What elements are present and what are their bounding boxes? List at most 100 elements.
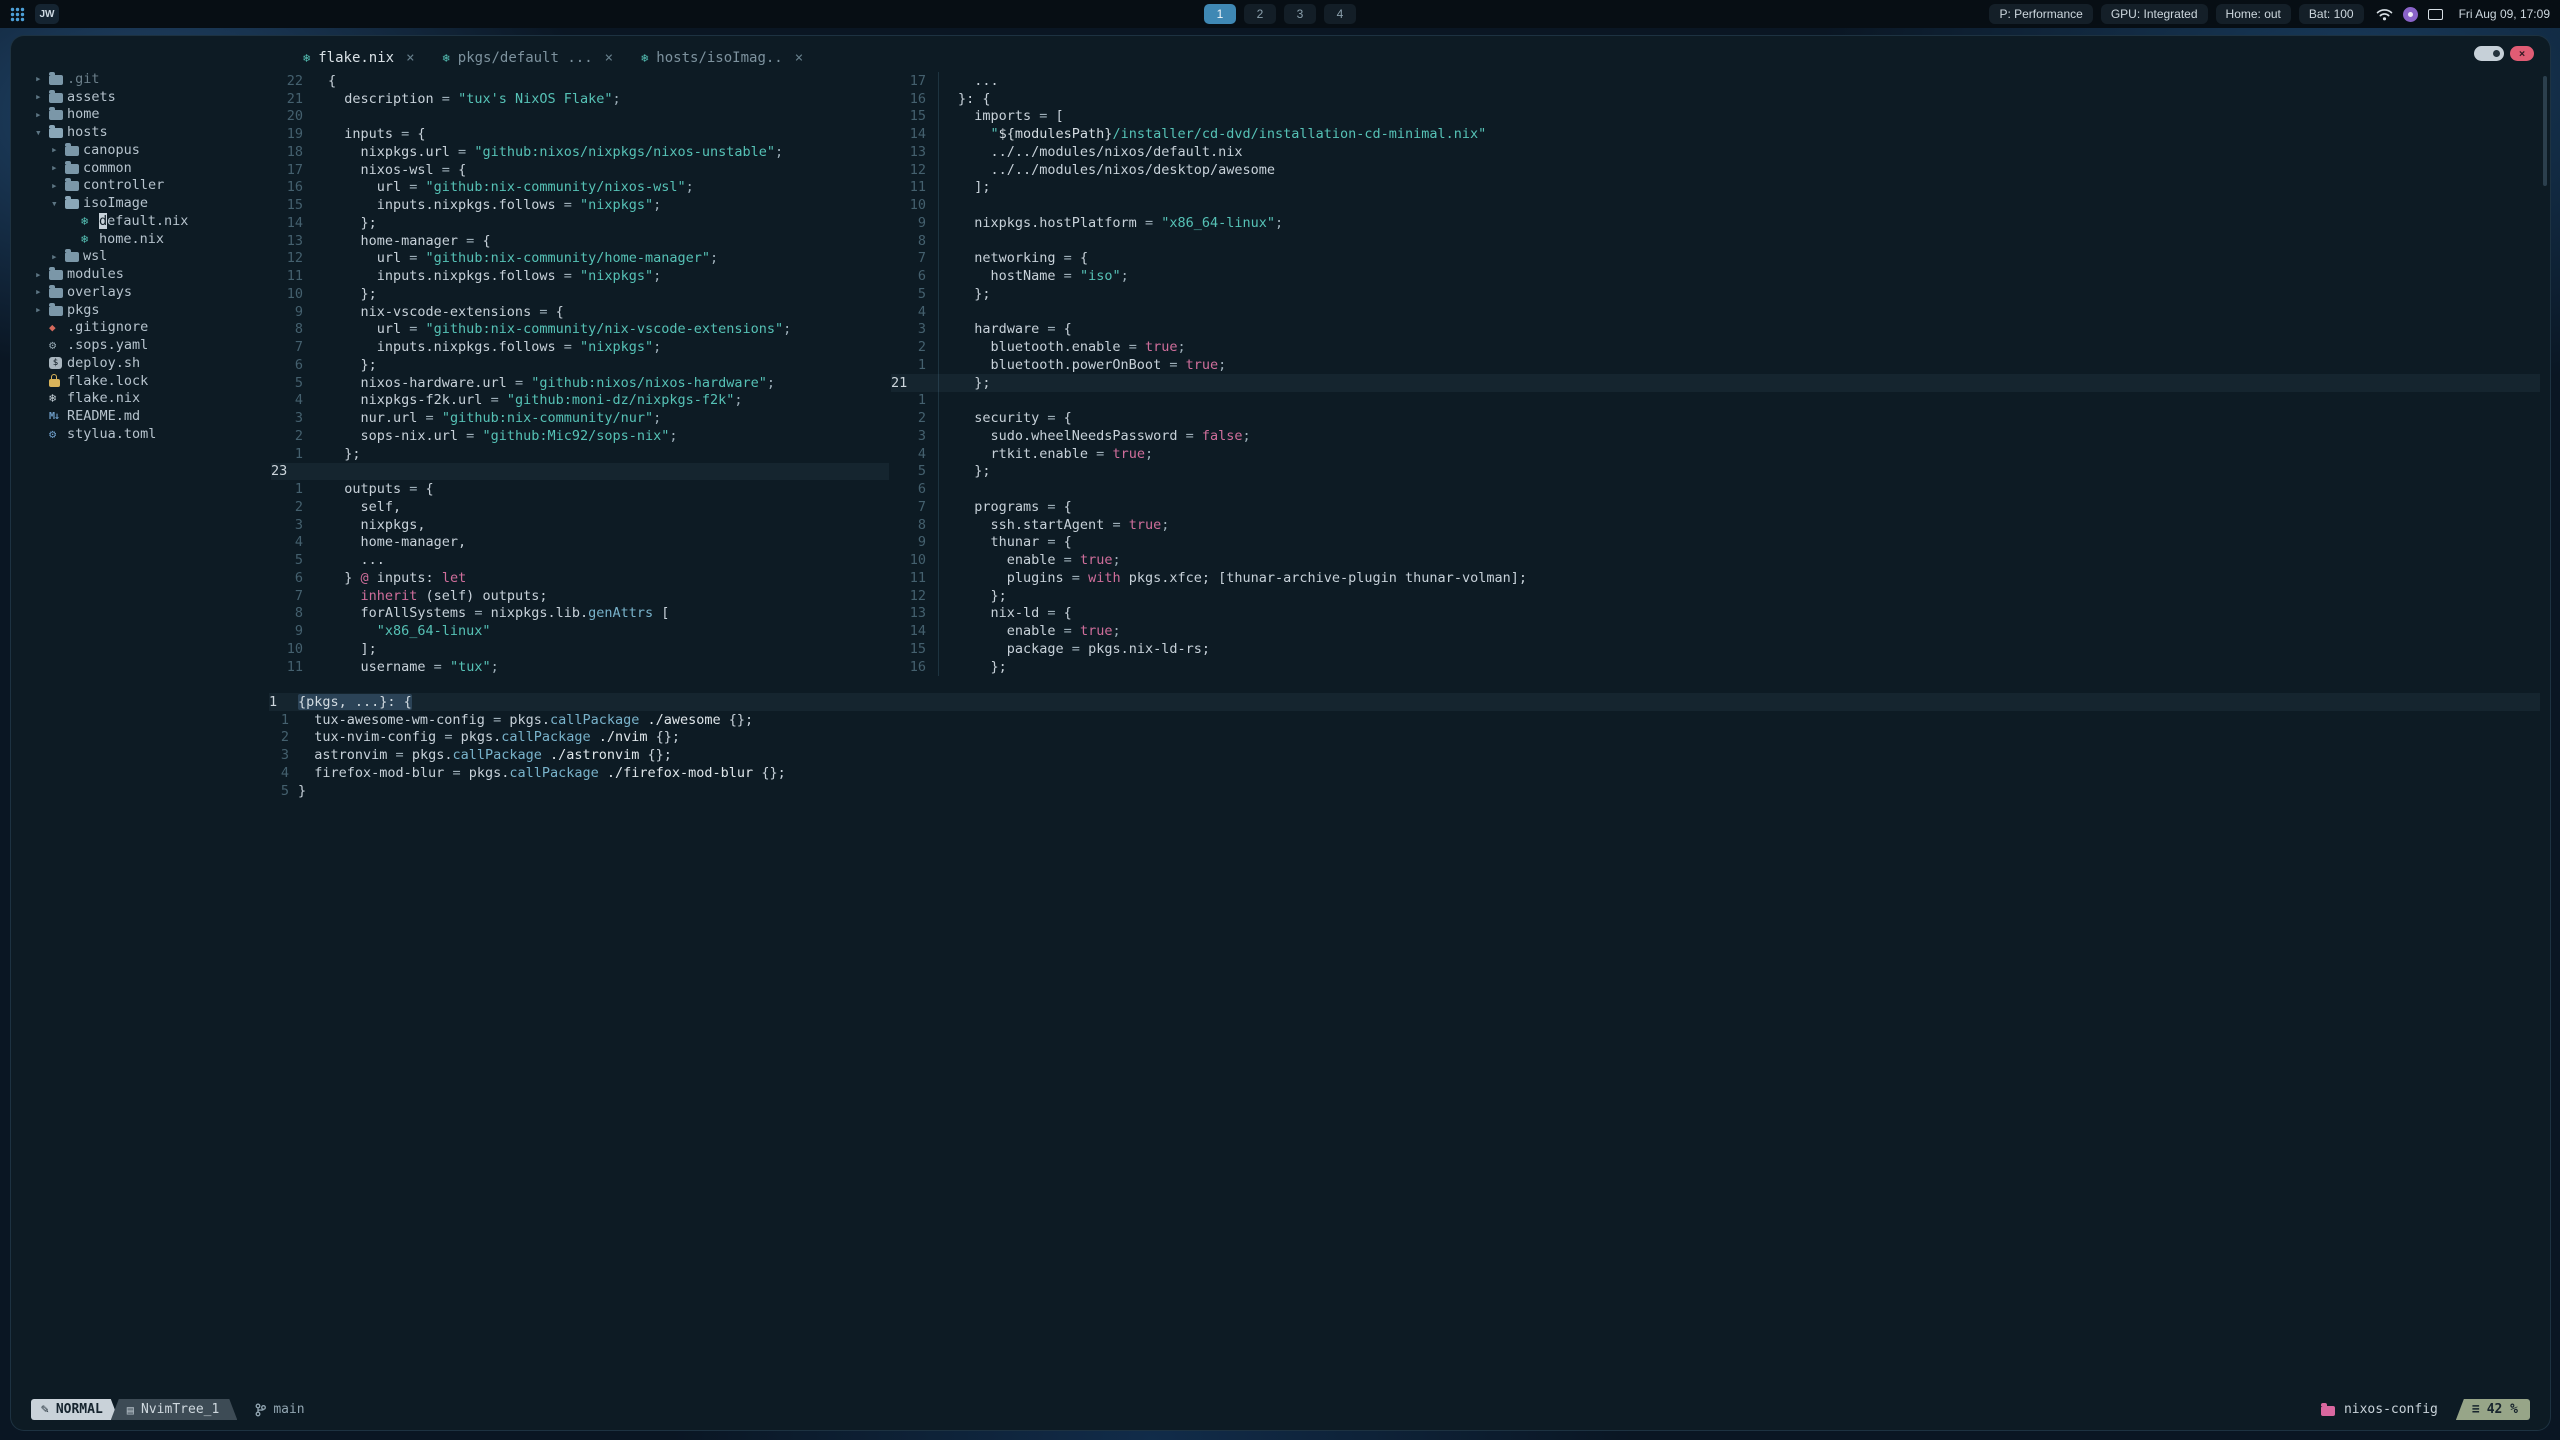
wm-logo[interactable]: JW — [35, 4, 59, 24]
code-line[interactable]: 8 url = "github:nix-community/nix-vscode… — [271, 321, 889, 339]
editor-tab[interactable]: ❄ pkgs/default ... × — [443, 50, 614, 66]
tree-item[interactable]: M↓ README.md — [31, 407, 279, 425]
code-line[interactable]: 5 nixos-hardware.url = "github:nixos/nix… — [271, 374, 889, 392]
code-line[interactable]: 7 programs = { — [891, 498, 2540, 516]
tree-item[interactable]: ◆ .gitignore — [31, 319, 279, 337]
code-line[interactable]: 9 thunar = { — [891, 534, 2540, 552]
code-line[interactable]: 2 self, — [271, 498, 889, 516]
code-line[interactable]: 10 — [891, 196, 2540, 214]
pin-button[interactable] — [2474, 46, 2504, 61]
code-line[interactable]: 12 }; — [891, 587, 2540, 605]
code-line[interactable]: 3 nixpkgs, — [271, 516, 889, 534]
workspace-1[interactable]: 1 — [1204, 4, 1236, 24]
code-line[interactable]: 8 forAllSystems = nixpkgs.lib.genAttrs [ — [271, 605, 889, 623]
tree-item[interactable]: $ deploy.sh — [31, 354, 279, 372]
editor-tab[interactable]: ❄ hosts/isoImag.. × — [641, 50, 803, 66]
code-line[interactable]: 3 hardware = { — [891, 321, 2540, 339]
code-line[interactable]: 15 inputs.nixpkgs.follows = "nixpkgs"; — [271, 196, 889, 214]
tree-item[interactable]: ⚙ stylua.toml — [31, 425, 279, 443]
tree-item[interactable]: ▾ isoImage — [31, 194, 279, 212]
close-button[interactable]: × — [2510, 46, 2534, 61]
tree-item[interactable]: ❄ home.nix — [31, 230, 279, 248]
code-line[interactable]: 12 ../../modules/nixos/desktop/awesome — [891, 161, 2540, 179]
code-line[interactable]: 7 inputs.nixpkgs.follows = "nixpkgs"; — [271, 338, 889, 356]
code-line[interactable]: 1 bluetooth.powerOnBoot = true; — [891, 356, 2540, 374]
code-line[interactable]: 9 "x86_64-linux" — [271, 622, 889, 640]
code-line[interactable]: 19 inputs = { — [271, 125, 889, 143]
tab-close-icon[interactable]: × — [406, 50, 414, 66]
tree-item[interactable]: ▾ hosts — [31, 123, 279, 141]
code-line[interactable]: 14 enable = true; — [891, 622, 2540, 640]
code-line[interactable]: 13 ../../modules/nixos/default.nix — [891, 143, 2540, 161]
tree-item[interactable]: ▸ controller — [31, 177, 279, 195]
tree-item[interactable]: ❄ flake.nix — [31, 390, 279, 408]
tree-item[interactable]: ▸ overlays — [31, 283, 279, 301]
code-line[interactable]: 23 — [271, 462, 889, 481]
code-line[interactable]: 2 security = { — [891, 409, 2540, 427]
code-line[interactable]: 22 { — [271, 72, 889, 90]
tree-item[interactable]: ▸ wsl — [31, 248, 279, 266]
tree-item[interactable]: ▸ modules — [31, 265, 279, 283]
code-line[interactable]: 15 imports = [ — [891, 108, 2540, 126]
editor-tab[interactable]: ❄ flake.nix × — [303, 50, 415, 66]
code-line[interactable]: 13 nix-ld = { — [891, 605, 2540, 623]
audio-icon[interactable] — [2402, 6, 2418, 22]
scrollbar[interactable] — [2543, 76, 2547, 186]
code-line[interactable]: 3 astronvim = pkgs.callPackage ./astronv… — [269, 746, 2540, 764]
code-line[interactable]: 1 — [891, 392, 2540, 410]
code-line[interactable]: 4 home-manager, — [271, 534, 889, 552]
code-line[interactable]: 6 }; — [271, 356, 889, 374]
code-line[interactable]: 9 nix-vscode-extensions = { — [271, 303, 889, 321]
code-line[interactable]: 5} — [269, 782, 2540, 800]
code-line[interactable]: 14 }; — [271, 214, 889, 232]
code-line[interactable]: 1 outputs = { — [271, 480, 889, 498]
code-line[interactable]: 6 hostName = "iso"; — [891, 267, 2540, 285]
tree-item[interactable]: ⚙ .sops.yaml — [31, 336, 279, 354]
code-line[interactable]: 10 enable = true; — [891, 551, 2540, 569]
tree-item[interactable]: ▸ home — [31, 106, 279, 124]
tab-close-icon[interactable]: × — [795, 50, 803, 66]
code-line[interactable]: 8 — [891, 232, 2540, 250]
code-line[interactable]: 13 home-manager = { — [271, 232, 889, 250]
code-line[interactable]: 2 sops-nix.url = "github:Mic92/sops-nix"… — [271, 427, 889, 445]
code-line[interactable]: 5 }; — [891, 463, 2540, 481]
wifi-icon[interactable] — [2376, 8, 2393, 21]
code-line[interactable]: 1 }; — [271, 445, 889, 463]
code-pane-pkgs[interactable]: 1 {pkgs, ...}: {1 tux-awesome-wm-config =… — [269, 693, 2540, 800]
code-line[interactable]: 3 nur.url = "github:nix-community/nur"; — [271, 409, 889, 427]
code-line[interactable]: 1 tux-awesome-wm-config = pkgs.callPacka… — [269, 711, 2540, 729]
code-line[interactable]: 18 nixpkgs.url = "github:nixos/nixpkgs/n… — [271, 143, 889, 161]
display-icon[interactable] — [2427, 8, 2443, 20]
tree-item[interactable]: ▸ common — [31, 159, 279, 177]
code-line[interactable]: 20 — [271, 108, 889, 126]
code-line[interactable]: 2 tux-nvim-config = pkgs.callPackage ./n… — [269, 729, 2540, 747]
code-line[interactable]: 11 username = "tux"; — [271, 658, 889, 676]
code-line[interactable]: 4 firefox-mod-blur = pkgs.callPackage ./… — [269, 764, 2540, 782]
code-line[interactable]: 21 }; — [891, 373, 2540, 392]
code-line[interactable]: 5 }; — [891, 285, 2540, 303]
apps-grid-icon[interactable] — [10, 7, 25, 22]
code-pane-iso[interactable]: 17 ... 16}: {15 imports = [14 "${modulesP… — [891, 72, 2540, 676]
workspace-2[interactable]: 2 — [1244, 4, 1276, 24]
code-line[interactable]: 6 — [891, 480, 2540, 498]
code-line[interactable]: 10 ]; — [271, 640, 889, 658]
tree-item[interactable]: flake.lock — [31, 372, 279, 390]
workspace-4[interactable]: 4 — [1324, 4, 1356, 24]
workspace-3[interactable]: 3 — [1284, 4, 1316, 24]
code-pane-flake[interactable]: 22{21 description = "tux's NixOS Flake";… — [271, 72, 889, 676]
code-line[interactable]: 4 nixpkgs-f2k.url = "github:moni-dz/nixp… — [271, 392, 889, 410]
code-line[interactable]: 1 {pkgs, ...}: { — [269, 693, 2540, 711]
code-line[interactable]: 11 inputs.nixpkgs.follows = "nixpkgs"; — [271, 267, 889, 285]
code-line[interactable]: 7 networking = { — [891, 250, 2540, 268]
code-line[interactable]: 2 bluetooth.enable = true; — [891, 338, 2540, 356]
code-line[interactable]: 14 "${modulesPath}/installer/cd-dvd/inst… — [891, 125, 2540, 143]
code-line[interactable]: 6 } @ inputs: let — [271, 569, 889, 587]
code-line[interactable]: 16}: { — [891, 90, 2540, 108]
code-line[interactable]: 3 sudo.wheelNeedsPassword = false; — [891, 427, 2540, 445]
code-line[interactable]: 17 ... — [891, 72, 2540, 90]
code-line[interactable]: 15 package = pkgs.nix-ld-rs; — [891, 640, 2540, 658]
code-line[interactable]: 11 plugins = with pkgs.xfce; [thunar-arc… — [891, 569, 2540, 587]
tree-item[interactable]: ▸ canopus — [31, 141, 279, 159]
code-line[interactable]: 4 rtkit.enable = true; — [891, 445, 2540, 463]
code-line[interactable]: 8 ssh.startAgent = true; — [891, 516, 2540, 534]
